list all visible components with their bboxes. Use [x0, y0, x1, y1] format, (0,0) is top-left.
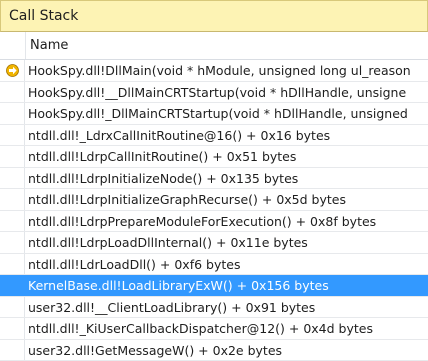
frame-name: ntdll.dll!LdrLoadDll() + 0xf6 bytes [28, 257, 240, 272]
window-title: Call Stack [9, 8, 78, 24]
frame-name: ntdll.dll!LdrpInitializeNode() + 0x135 b… [28, 171, 298, 186]
frame-name: ntdll.dll!LdrpInitializeGraphRecurse() +… [28, 192, 346, 207]
frame-name: ntdll.dll!_LdrxCallInitRoutine@16() + 0x… [28, 128, 330, 143]
call-stack-row[interactable]: ntdll.dll!LdrpInitializeGraphRecurse() +… [0, 189, 428, 211]
call-stack-row[interactable]: HookSpy.dll!_DllMainCRTStartup(void * hD… [0, 103, 428, 125]
row-gutter [0, 297, 25, 318]
call-stack-row[interactable]: ntdll.dll!LdrpCallInitRoutine() + 0x51 b… [0, 146, 428, 168]
row-gutter [0, 146, 25, 167]
column-header-name[interactable]: Name [30, 38, 68, 53]
frame-name: ntdll.dll!LdrpLoadDllInternal() + 0x11e … [28, 235, 308, 250]
frame-name: ntdll.dll!LdrpCallInitRoutine() + 0x51 b… [28, 149, 296, 164]
call-stack-row[interactable]: ntdll.dll!LdrLoadDll() + 0xf6 bytes [0, 254, 428, 276]
frame-name: HookSpy.dll!DllMain(void * hModule, unsi… [28, 63, 411, 78]
row-gutter [0, 275, 25, 296]
row-gutter [0, 254, 25, 275]
row-gutter [0, 125, 25, 146]
call-stack-row[interactable]: ntdll.dll!LdrpPrepareModuleForExecution(… [0, 211, 428, 233]
column-header: Name [0, 32, 428, 60]
call-stack-row[interactable]: ntdll.dll!_LdrxCallInitRoutine@16() + 0x… [0, 125, 428, 147]
row-gutter [0, 60, 25, 81]
frame-name: KernelBase.dll!LoadLibraryExW() + 0x156 … [28, 278, 329, 293]
call-stack-row[interactable]: ntdll.dll!_KiUserCallbackDispatcher@12()… [0, 318, 428, 340]
row-gutter [0, 168, 25, 189]
call-stack-row[interactable]: user32.dll!GetMessageW() + 0x2e bytes [0, 340, 428, 361]
frame-name: user32.dll!__ClientLoadLibrary() + 0x91 … [28, 300, 315, 315]
call-stack-row[interactable]: user32.dll!__ClientLoadLibrary() + 0x91 … [0, 297, 428, 319]
row-gutter [0, 232, 25, 253]
frame-name: HookSpy.dll!__DllMainCRTStartup(void * h… [28, 85, 406, 100]
row-gutter [0, 340, 25, 361]
call-stack-titlebar: Call Stack [0, 0, 428, 32]
row-gutter [0, 211, 25, 232]
frame-name: ntdll.dll!_KiUserCallbackDispatcher@12()… [28, 321, 373, 336]
call-stack-row[interactable]: KernelBase.dll!LoadLibraryExW() + 0x156 … [0, 275, 428, 297]
header-gutter [0, 32, 26, 59]
frame-name: user32.dll!GetMessageW() + 0x2e bytes [28, 343, 282, 358]
current-frame-arrow-icon [6, 64, 19, 77]
call-stack-row[interactable]: ntdll.dll!LdrpInitializeNode() + 0x135 b… [0, 168, 428, 190]
row-gutter [0, 318, 25, 339]
call-stack-row[interactable]: ntdll.dll!LdrpLoadDllInternal() + 0x11e … [0, 232, 428, 254]
row-gutter [0, 82, 25, 103]
frame-name: ntdll.dll!LdrpPrepareModuleForExecution(… [28, 214, 376, 229]
call-stack-row[interactable]: HookSpy.dll!DllMain(void * hModule, unsi… [0, 60, 428, 82]
call-stack-row[interactable]: HookSpy.dll!__DllMainCRTStartup(void * h… [0, 82, 428, 104]
row-gutter [0, 189, 25, 210]
call-stack-list: HookSpy.dll!DllMain(void * hModule, unsi… [0, 60, 428, 361]
row-gutter [0, 103, 25, 124]
frame-name: HookSpy.dll!_DllMainCRTStartup(void * hD… [28, 106, 408, 121]
